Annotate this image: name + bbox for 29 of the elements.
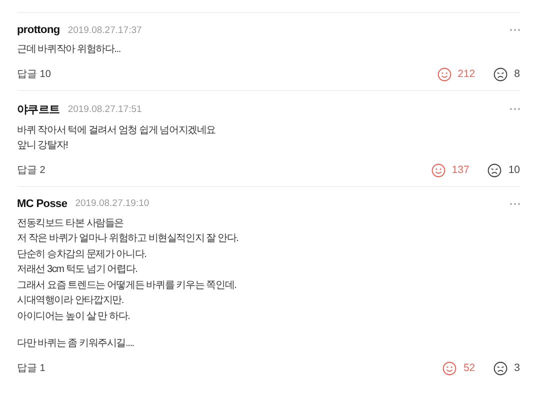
- frown-icon: [487, 162, 502, 178]
- comment-text: 앞니 강탈자!: [17, 139, 69, 153]
- comment-author: prottong: [17, 24, 60, 36]
- comment-text: 전동킥보드 타본 사람들은: [17, 216, 124, 230]
- comment-date: 2019.08.27.17:37: [68, 24, 142, 36]
- frown-icon: [493, 360, 508, 376]
- comment-text: 저래선 3cm 턱도 넘기 어렵다.: [17, 263, 138, 277]
- dislike-button[interactable]: 10: [487, 162, 520, 178]
- smile-icon: [430, 162, 446, 178]
- frown-icon: [493, 66, 508, 82]
- comment-date: 2019.08.27.17:51: [68, 104, 142, 114]
- dislike-button[interactable]: 8: [493, 66, 520, 82]
- comment-text: 시대역행이라 안타깝지만.: [17, 294, 124, 308]
- reply-count-link[interactable]: 답글 1: [17, 361, 46, 375]
- smile-icon: [442, 360, 458, 376]
- comment-text: 아이디어는 높이 살 만 하다.: [17, 310, 131, 324]
- smile-icon: [436, 66, 452, 82]
- comment-text: 저 작은 바퀴가 얼마나 위험하고 비현실적인지 잘 안다.: [17, 232, 240, 246]
- comment-author: MC Posse: [17, 198, 68, 210]
- comment-date: 2019.08.27.19:10: [75, 198, 150, 209]
- reply-count-link[interactable]: 답글 10: [17, 67, 51, 81]
- comment-text: 단순히 승차감의 문제가 아니다.: [17, 248, 148, 262]
- comment-text: 그래서 요즘 트렌드는 어떻게든 바퀴를 키우는 쪽인데.: [17, 278, 238, 292]
- reply-count-link[interactable]: 답글 2: [17, 163, 46, 177]
- dislike-button[interactable]: 3: [493, 360, 520, 376]
- comment-author: 야쿠르트: [17, 102, 60, 116]
- comment-text: 바퀴 작아서 턱에 걸려서 엄청 쉽게 넘어지겠네요: [17, 124, 216, 138]
- comment-text: 다만 바퀴는 좀 키워주시길....: [17, 337, 135, 351]
- comment-text: 근데 바퀴작아 위험하다...: [17, 43, 122, 57]
